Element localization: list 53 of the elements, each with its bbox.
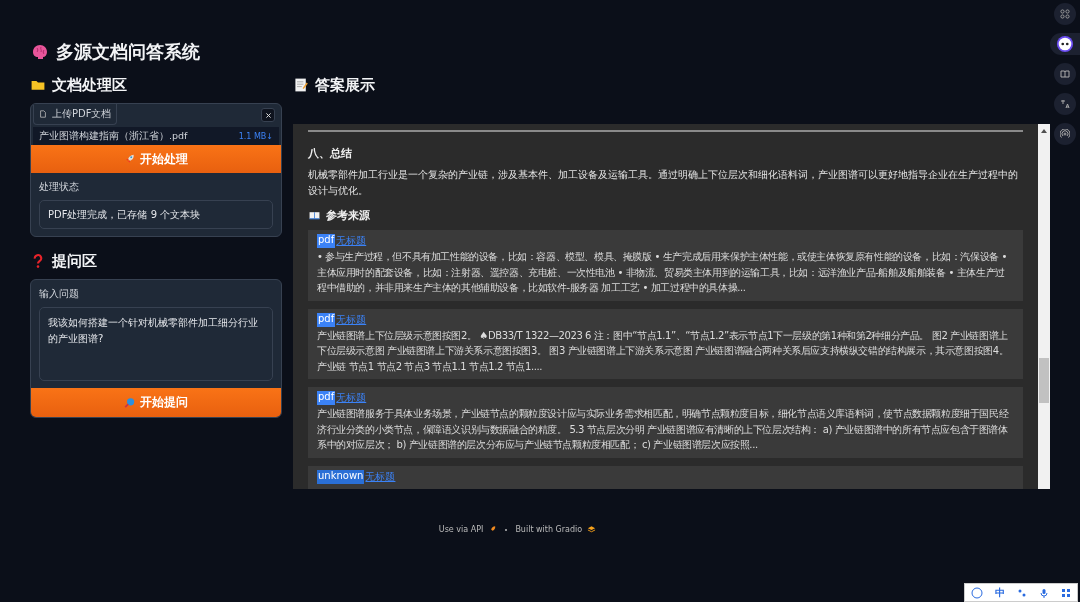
section-heading: 文档处理区 [52, 75, 127, 95]
assistant-icon[interactable] [1050, 33, 1080, 55]
close-icon [264, 111, 272, 119]
magnifier-icon [124, 396, 136, 409]
microphone-icon[interactable] [1039, 587, 1049, 598]
download-link[interactable]: 1.1 MB↓ [238, 131, 273, 141]
broadcast-icon[interactable] [1054, 123, 1076, 145]
api-link[interactable]: Use via API [438, 525, 484, 534]
ime-logo-icon[interactable] [971, 586, 983, 599]
source-title-link[interactable]: 无标题 [336, 312, 367, 327]
field-label: 输入问题 [39, 288, 80, 301]
section-heading: 答案展示 [315, 75, 375, 95]
section-heading: 提问区 [52, 251, 97, 271]
source-title-link[interactable]: 无标题 [336, 234, 367, 248]
source-type: unknown [317, 469, 365, 484]
close-button[interactable] [261, 108, 275, 122]
gradio-link[interactable]: Built with Gradio [515, 525, 583, 534]
source-title-link[interactable]: 无标题 [336, 391, 367, 405]
source-type: pdf [317, 312, 336, 327]
scrollbar[interactable] [1038, 124, 1050, 489]
question-field[interactable]: 我该如何搭建一个针对机械零部件加工细分行业的产业图谱? [39, 307, 273, 381]
file-name: 产业图谱构建指南（浙江省）.pdf [39, 129, 188, 143]
memo-icon [293, 77, 309, 93]
source-text: • 参与生产过程，但不具有加工性能的设备，比如：容器、模型、模具、掩膜版 • 生产完成后用来保护主体性能，或使主体恢复原有性能的设备，比如：汽保设备 • 主体应用时的配套设备，比如：注射器、遥控器、充电桩、一次性电池 • 非物流、贸易类主体用到的运输工具，比如：远洋渔业产品-船舶及船舶装备 • 主体生产过程中借助的，并非用来生产主体的其他辅助设备，比如软件-服务器 加工工艺 • 加工过程中的具体操... [317, 250, 1008, 295]
rocket-icon [488, 525, 498, 534]
apps-icon[interactable] [1061, 587, 1071, 598]
brain-icon [30, 42, 50, 62]
process-button[interactable]: 开始处理 [31, 145, 281, 173]
logo-icon [587, 525, 597, 534]
upload-tab[interactable]: 上传PDF文档 [33, 104, 118, 125]
summary-heading: 八、总结 [308, 146, 353, 161]
book-icon [308, 210, 321, 221]
rocket-icon [124, 153, 136, 165]
scroll-up-icon[interactable] [1041, 129, 1047, 133]
language-mode[interactable]: 中 [995, 585, 1005, 600]
grid-icon[interactable] [1054, 3, 1076, 25]
status-field[interactable]: PDF处理完成，已存储 9 个文本块 [39, 200, 273, 229]
app-title: 多源文档问答系统 [56, 40, 200, 64]
scroll-thumb[interactable] [1039, 358, 1049, 403]
file-icon [39, 110, 47, 118]
sources-heading: 参考来源 [326, 208, 370, 223]
punctuation-icon[interactable] [1017, 587, 1027, 598]
ask-button[interactable]: 开始提问 [31, 388, 281, 417]
source-type: pdf [317, 234, 336, 248]
source-title-link[interactable]: 无标题 [365, 469, 396, 484]
source-type: pdf [317, 391, 336, 405]
field-label: 处理状态 [39, 181, 80, 194]
source-text: 产业链图谱服务于具体业务场景，产业链节点的颗粒度设计应与实际业务需求相匹配，明确节点颗粒度目标，细化节点语义库语料词，使节点数据颗粒度细于国民经济行业分类的小类节点，保障语义识别与数据融合的精度。 5.3 节点层次分明 产业链图谱应有清晰的上下位层次结构： a) 产业链图谱中的所有节点应包含于图谱体系中的对应层次； b) 产业链图谱的层次分布应与产业链节点颗粒度相匹配； c) 产业链图谱层次应按照... [317, 407, 1010, 452]
translate-icon[interactable] [1054, 93, 1076, 115]
summary-text: 机械零部件加工行业是一个复杂的产业链，涉及基本件、加工设备及运输工具。通过明确上下位层次和细化语料词，产业图谱可以更好地指导企业在生产过程中的设计与优化。 [308, 168, 1019, 198]
book-icon[interactable] [1054, 63, 1076, 85]
source-text: 产业链图谱上下位层级示意图按图2。 ♠DB33/T 1322—2023 6 注：图中“节点1.1”、“节点1.2”表示节点1下一层级的第1种和第2种细分产品。 图2 产业链图谱上下位层级示意图 产业链图谱上下游关系示意图按图3。 图3 产业链图谱上下游关系示意图 产业链图谱融合两种关系后应支持横纵交错的结构展示，其示意图按图4。产业链 节点1 节点2 节点3 节点1.1 节点1.2 节点1.... [317, 328, 1010, 374]
separator-dot [505, 528, 508, 531]
